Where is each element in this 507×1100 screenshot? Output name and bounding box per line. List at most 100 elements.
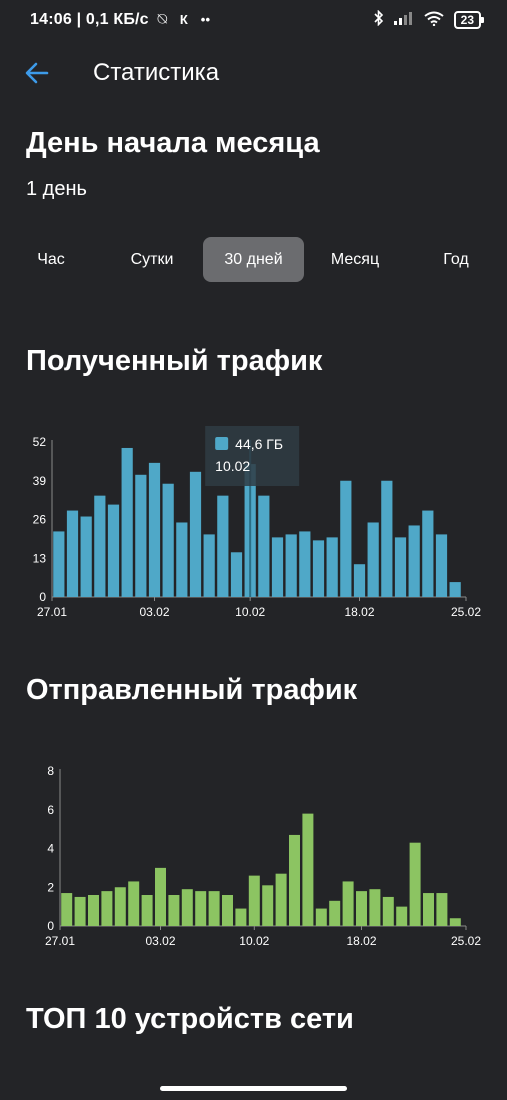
sent-chart-svg[interactable]: 0 2 4 6 8 27.01 03.02 10.02 18.02 25.02 [0, 755, 507, 955]
tooltip-value: 44,6 ГБ [235, 436, 283, 452]
bar[interactable] [203, 534, 215, 597]
bar[interactable] [285, 534, 297, 597]
tooltip-date: 10.02 [215, 458, 250, 474]
bar[interactable] [208, 891, 220, 926]
bar[interactable] [217, 495, 229, 597]
x-tick-label: 18.02 [346, 934, 376, 948]
tooltip-box [205, 426, 300, 486]
status-time: 14:06 | 0,1 КБ/с [30, 11, 149, 28]
bar[interactable] [141, 895, 153, 926]
y-tick-label: 52 [33, 435, 47, 449]
x-tick-label: 27.01 [37, 605, 67, 619]
bar[interactable] [181, 889, 193, 926]
bar[interactable] [409, 842, 421, 926]
bar[interactable] [326, 537, 338, 597]
bar[interactable] [61, 893, 73, 926]
month-start-value[interactable]: 1 день [26, 178, 87, 201]
bar[interactable] [449, 918, 461, 926]
bluetooth-icon [374, 9, 384, 30]
bar[interactable] [262, 885, 274, 926]
bar[interactable] [299, 531, 311, 597]
sent-traffic-title: Отправленный трафик [26, 674, 358, 706]
bar[interactable] [74, 896, 86, 926]
wifi-icon [424, 11, 444, 30]
y-tick-label: 13 [33, 551, 47, 565]
bar[interactable] [382, 896, 394, 926]
bar[interactable] [329, 900, 341, 926]
more-dots-icon: •• [200, 12, 211, 27]
signal-icon [393, 11, 414, 29]
bar[interactable] [449, 582, 461, 597]
bar[interactable] [148, 462, 161, 597]
bar[interactable] [162, 483, 174, 597]
bar[interactable] [396, 906, 408, 926]
y-tick-label: 39 [33, 474, 47, 488]
bar[interactable] [195, 891, 207, 926]
bar[interactable] [381, 480, 393, 597]
bar[interactable] [222, 895, 233, 926]
bar[interactable] [408, 525, 420, 597]
bar[interactable] [135, 474, 147, 597]
bar[interactable] [121, 447, 133, 597]
bar[interactable] [436, 893, 448, 926]
page-title: Статистика [93, 59, 220, 86]
y-tick-label: 4 [47, 842, 54, 856]
received-traffic-chart[interactable]: 0 13 26 39 52 27.01 03.02 10.02 18.02 25.02 44,6 Г… [0, 420, 507, 630]
bar[interactable] [342, 881, 354, 926]
bar[interactable] [155, 867, 166, 926]
bar[interactable] [289, 834, 300, 926]
bar[interactable] [88, 895, 99, 926]
bar[interactable] [312, 540, 325, 597]
sent-traffic-chart[interactable]: 0 2 4 6 8 27.01 03.02 10.02 18.02 25.02 [0, 755, 507, 955]
bar[interactable] [168, 895, 180, 926]
bar[interactable] [94, 495, 106, 597]
bar[interactable] [423, 893, 434, 926]
period-tabs: Час Сутки 30 дней Месяц Год [0, 237, 507, 283]
bar[interactable] [258, 495, 270, 597]
x-tick-label: 25.02 [451, 934, 481, 948]
bar[interactable] [128, 881, 140, 926]
bar[interactable] [356, 891, 367, 926]
bar[interactable] [315, 908, 327, 926]
bar[interactable] [435, 534, 448, 597]
x-tick-label: 10.02 [239, 934, 269, 948]
bar[interactable] [275, 873, 287, 926]
network-letter: К [179, 12, 189, 27]
bar[interactable] [230, 552, 243, 597]
bar[interactable] [101, 891, 113, 926]
y-tick-label: 6 [47, 803, 54, 817]
tab-month[interactable]: Месяц [314, 237, 396, 282]
app-bar: Статистика [0, 44, 507, 100]
received-chart-svg[interactable]: 0 13 26 39 52 27.01 03.02 10.02 18.02 25.02 44,6 Г… [0, 420, 507, 630]
bar[interactable] [189, 471, 202, 597]
tab-30-days[interactable]: 30 дней [203, 237, 304, 282]
tab-hour[interactable]: Час [10, 237, 92, 282]
bar[interactable] [235, 908, 247, 926]
back-button[interactable] [20, 56, 54, 90]
y-tick-label: 2 [47, 880, 54, 894]
bar[interactable] [394, 537, 407, 597]
bar[interactable] [302, 813, 314, 926]
tab-year[interactable]: Год [415, 237, 497, 282]
status-left: 14:06 | 0,1 КБ/с ⍉ К •• [30, 11, 210, 29]
bar[interactable] [53, 531, 65, 597]
bar[interactable] [248, 875, 260, 926]
bar[interactable] [66, 510, 79, 597]
bar[interactable] [176, 522, 188, 597]
tab-day[interactable]: Сутки [111, 237, 193, 282]
bar[interactable] [369, 889, 381, 926]
y-tick-label: 8 [47, 764, 54, 778]
y-tick-label: 0 [47, 919, 54, 933]
x-tick-label: 03.02 [145, 934, 175, 948]
bar[interactable] [353, 564, 366, 597]
month-start-title: День начала месяца [26, 127, 320, 159]
bar[interactable] [367, 522, 379, 597]
bar[interactable] [340, 480, 352, 597]
bar[interactable] [114, 887, 126, 926]
bar[interactable] [80, 516, 92, 597]
bar[interactable] [271, 537, 284, 597]
x-tick-label: 03.02 [139, 605, 169, 619]
bar[interactable] [107, 504, 120, 597]
bar[interactable] [422, 510, 434, 597]
status-icons: 23 [374, 9, 485, 30]
